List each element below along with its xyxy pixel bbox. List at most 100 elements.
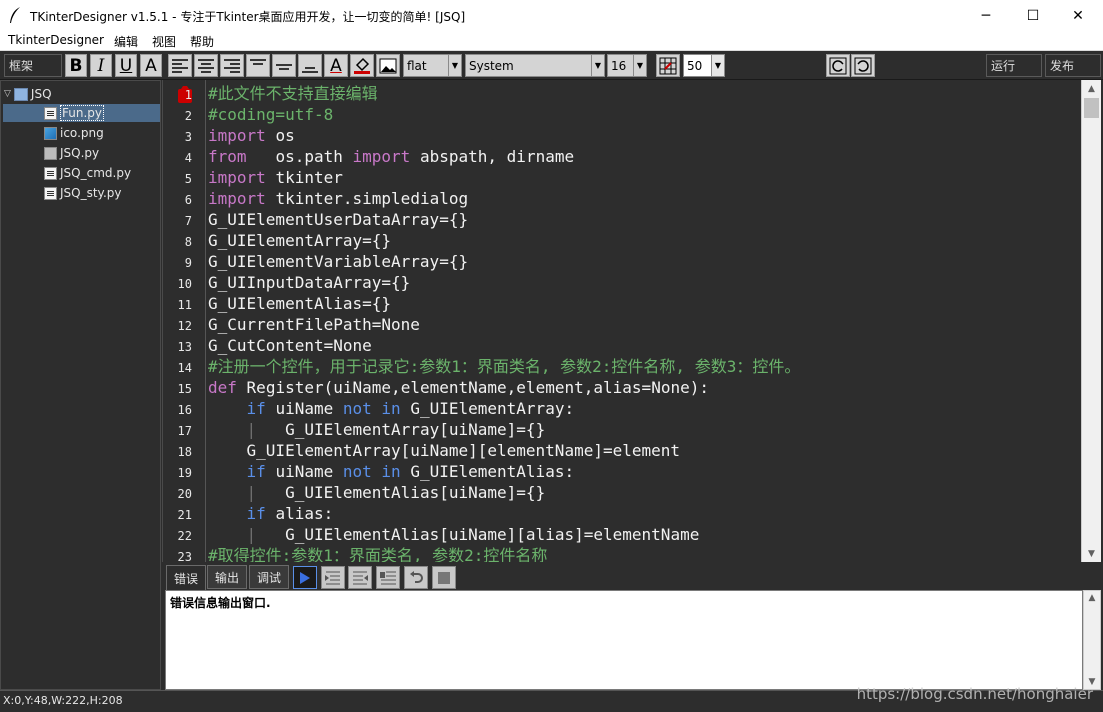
code-line[interactable]: G_UIElementArray={} xyxy=(208,230,391,251)
debug-run-button[interactable] xyxy=(293,566,317,589)
error-output-text[interactable]: 错误信息输出窗口. xyxy=(165,590,1083,690)
stop-button[interactable] xyxy=(432,566,456,589)
tree-file-label: JSQ_sty.py xyxy=(60,186,122,200)
code-line[interactable]: G_UIElementAlias={} xyxy=(208,293,391,314)
code-line[interactable]: #取得控件:参数1：界面类名, 参数2:控件名称 xyxy=(208,545,547,562)
menu-help[interactable]: 帮助 xyxy=(190,33,214,50)
tab-output[interactable]: 输出 xyxy=(207,565,247,589)
align-center-button[interactable] xyxy=(194,54,218,77)
line-number: 6 xyxy=(184,193,192,207)
tab-errors[interactable]: 错误 xyxy=(166,565,206,591)
code-line[interactable]: G_UIElementArray[uiName][elementName]=el… xyxy=(208,440,681,461)
code-line[interactable]: import os xyxy=(208,125,295,146)
tree-file-label: JSQ.py xyxy=(60,146,100,160)
code-line[interactable]: #coding=utf-8 xyxy=(208,104,333,125)
align-right-button[interactable] xyxy=(220,54,244,77)
align-left-button[interactable] xyxy=(168,54,192,77)
font-button[interactable]: A xyxy=(140,54,162,77)
code-line[interactable]: G_UIInputDataArray={} xyxy=(208,272,410,293)
code-line[interactable]: G_UIElementVariableArray={} xyxy=(208,251,468,272)
align-left-icon xyxy=(172,58,188,73)
python-file-icon xyxy=(44,186,57,200)
grid-scale-value: 50 xyxy=(687,58,703,73)
redo-layout-button[interactable] xyxy=(851,54,875,77)
line-number: 19 xyxy=(177,466,192,480)
code-line[interactable]: import tkinter xyxy=(208,167,343,188)
scroll-up-icon[interactable]: ▲ xyxy=(1082,80,1101,97)
font-size-select[interactable]: 16 ▼ xyxy=(607,54,647,77)
maximize-button[interactable]: ☐ xyxy=(1010,0,1056,31)
frame-selector[interactable]: 框架 xyxy=(4,54,62,77)
menu-view[interactable]: 视图 xyxy=(152,33,176,50)
python-file-icon xyxy=(44,166,57,180)
scroll-up-icon[interactable]: ▲ xyxy=(1084,593,1100,603)
align-middle-button[interactable] xyxy=(272,54,296,77)
menu-edit[interactable]: 编辑 xyxy=(114,33,138,50)
code-line[interactable]: #此文件不支持直接编辑 xyxy=(208,83,378,104)
publish-button[interactable]: 发布 xyxy=(1045,54,1101,77)
code-editor[interactable]: #此文件不支持直接编辑 #coding=utf-8 import os from os… xyxy=(205,80,1081,562)
tree-file-jsq[interactable]: JSQ.py xyxy=(44,144,99,162)
code-line[interactable]: G_UIElementUserDataArray={} xyxy=(208,209,468,230)
output-scrollbar[interactable]: ▲ ▼ xyxy=(1083,590,1101,690)
code-line[interactable]: if uiName not in G_UIElementAlias: xyxy=(208,461,575,482)
font-family-select[interactable]: System ▼ xyxy=(465,54,605,77)
align-top-button[interactable] xyxy=(246,54,270,77)
code-line[interactable]: G_CurrentFilePath=None xyxy=(208,314,420,335)
code-line[interactable]: def Register(uiName,elementName,element,… xyxy=(208,377,709,398)
tree-file-jsq-sty[interactable]: JSQ_sty.py xyxy=(44,184,121,202)
italic-button[interactable]: I xyxy=(90,54,112,77)
align-bottom-button[interactable] xyxy=(298,54,322,77)
step-over-button[interactable] xyxy=(321,566,345,589)
code-line[interactable]: import tkinter.simpledialog xyxy=(208,188,468,209)
code-line[interactable]: | G_UIElementAlias[uiName][alias]=elemen… xyxy=(208,524,700,545)
step-out-button[interactable] xyxy=(376,566,400,589)
collapse-icon: ▽ xyxy=(4,89,11,99)
code-line[interactable]: | G_UIElementArray[uiName]={} xyxy=(208,419,546,440)
align-middle-icon xyxy=(276,63,292,70)
undo-layout-button[interactable] xyxy=(826,54,850,77)
tree-file-label: ico.png xyxy=(60,126,104,140)
python-file-icon xyxy=(44,106,57,120)
fill-color-button[interactable] xyxy=(350,54,374,77)
bold-button[interactable]: B xyxy=(65,54,87,77)
menu-tkinterdesigner[interactable]: TkinterDesigner xyxy=(8,33,104,47)
run-button[interactable]: 运行 xyxy=(986,54,1042,77)
image-button[interactable] xyxy=(376,54,400,77)
close-button[interactable]: ✕ xyxy=(1055,0,1101,31)
relief-select[interactable]: flat ▼ xyxy=(403,54,462,77)
tree-file-fun[interactable]: Fun.py xyxy=(3,104,160,122)
align-bottom-icon xyxy=(302,66,318,73)
code-line[interactable]: from os.path import abspath, dirname xyxy=(208,146,574,167)
line-number: 5 xyxy=(184,172,192,186)
underline-button[interactable]: U xyxy=(115,54,137,77)
step-into-button[interactable] xyxy=(348,566,372,589)
grid-scale-select[interactable]: 50 ▼ xyxy=(683,54,725,77)
restart-button[interactable] xyxy=(404,566,428,589)
code-line[interactable]: #注册一个控件，用于记录它:参数1：界面类名, 参数2:控件名称, 参数3：控件… xyxy=(208,356,800,377)
code-line[interactable]: if uiName not in G_UIElementArray: xyxy=(208,398,575,419)
form-file-icon xyxy=(44,146,57,160)
toolbar: 框架 B I U A A flat ▼ System ▼ 16 ▼ 50 ▼ 运行 发布 xyxy=(0,51,1103,80)
line-number: 2 xyxy=(184,109,192,123)
tree-file-ico[interactable]: ico.png xyxy=(44,124,104,142)
tree-file-label: Fun.py xyxy=(60,105,104,121)
code-line[interactable]: if alias: xyxy=(208,503,334,524)
tab-debug[interactable]: 调试 xyxy=(249,565,289,589)
line-number: 12 xyxy=(177,319,192,333)
grid-button[interactable] xyxy=(656,54,680,77)
code-line[interactable]: G_CutContent=None xyxy=(208,335,372,356)
status-bar: X:0,Y:48,W:222,H:208 https://blog.csdn.n… xyxy=(0,685,1103,712)
font-color-button[interactable]: A xyxy=(324,54,348,77)
tree-file-jsq-cmd[interactable]: JSQ_cmd.py xyxy=(44,164,131,182)
watermark: https://blog.csdn.net/honghaier xyxy=(856,685,1093,703)
editor-scrollbar[interactable]: ▲ ▼ xyxy=(1081,80,1101,562)
code-line[interactable]: | G_UIElementAlias[uiName]={} xyxy=(208,482,546,503)
scroll-down-icon[interactable]: ▼ xyxy=(1082,545,1101,562)
return-icon xyxy=(410,570,423,583)
project-tree: ▽ JSQ Fun.py ico.png JSQ.py JSQ_cmd.py J… xyxy=(0,80,161,690)
line-number: 13 xyxy=(177,340,192,354)
minimize-button[interactable]: ─ xyxy=(963,0,1009,31)
tree-project-node[interactable]: ▽ JSQ xyxy=(4,85,52,103)
scroll-thumb[interactable] xyxy=(1084,98,1099,118)
